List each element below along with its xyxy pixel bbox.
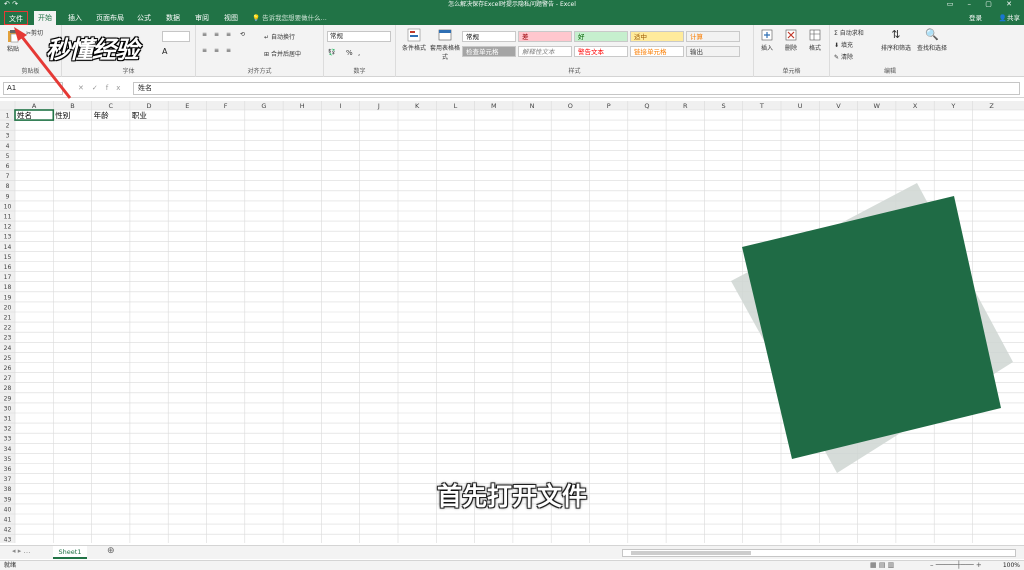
- green-square-shape: [742, 196, 1001, 459]
- pointer-arrow-shaft: [17, 32, 72, 99]
- sheet-tab-bar: ◂ ▸ … Sheet1 ⊕: [0, 545, 1024, 559]
- status-bar: 就绪 ▦ ▤ ▥ – ─────┼─── + 100%: [0, 560, 1024, 570]
- zoom-slider[interactable]: – ─────┼─── +: [930, 561, 982, 570]
- sheet-nav-arrows[interactable]: ◂ ▸ …: [12, 547, 30, 555]
- status-ready: 就绪: [4, 562, 17, 569]
- sheet-tab-sheet1[interactable]: Sheet1: [53, 546, 87, 559]
- zoom-level[interactable]: 100%: [1003, 561, 1020, 570]
- horizontal-scrollbar[interactable]: [622, 549, 1016, 557]
- scrollbar-thumb[interactable]: [631, 551, 751, 555]
- video-subtitle: 首先打开文件: [436, 482, 587, 511]
- add-sheet-icon[interactable]: ⊕: [107, 546, 115, 556]
- view-mode-icons[interactable]: ▦ ▤ ▥: [870, 561, 894, 570]
